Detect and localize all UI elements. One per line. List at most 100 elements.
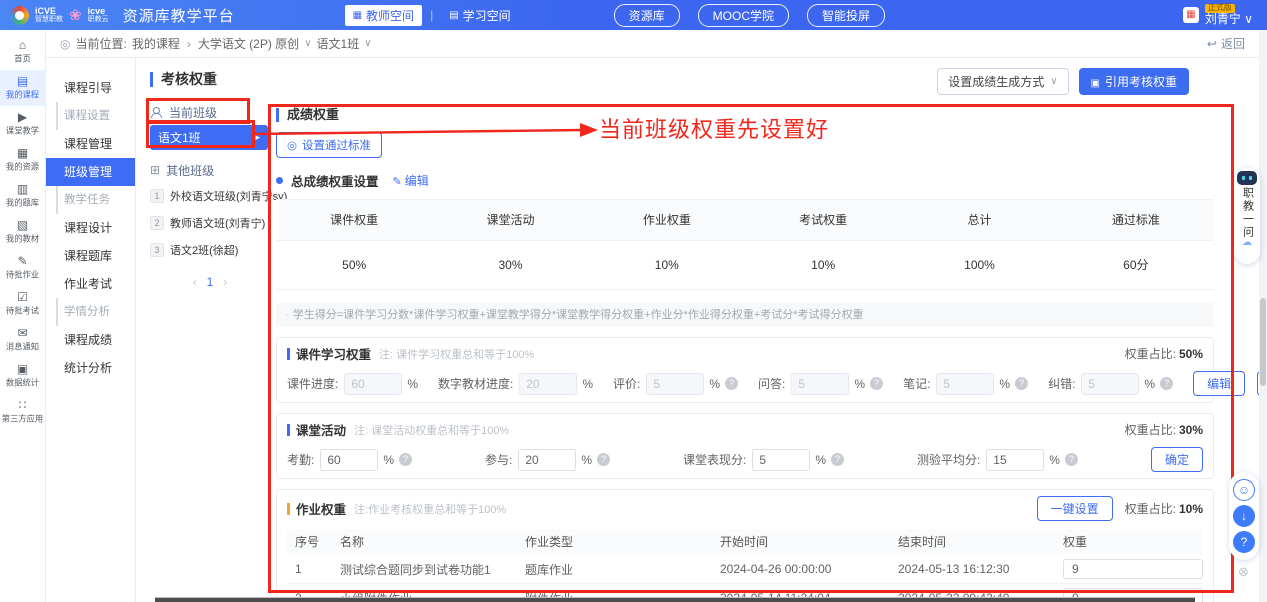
sidebar-item[interactable]: 班级管理 [46,158,135,186]
download-button[interactable]: ↓ [1233,505,1255,527]
class-item[interactable]: 2教师语文班(刘青宁) [150,209,270,236]
left-icon-rail: ⌂首页▤我的课程▶课堂教学▦我的资源▥我的题库▧我的教材✎待批作业☑待批考试✉消… [0,30,46,602]
ai-assistant-widget[interactable]: 职教一问 ☁ [1234,168,1260,264]
top-nav-item[interactable]: ▦教师空间 [345,5,422,26]
weight-field-input[interactable] [752,449,810,471]
weight-field-input[interactable] [986,449,1044,471]
help-icon[interactable]: ? [399,453,412,466]
quote-assessment-weight-label: 引用考核权重 [1105,73,1177,90]
weight-field-input[interactable] [519,373,577,395]
weight-field-input[interactable] [518,449,576,471]
courseware-ratio: 权重占比:50% [1125,345,1203,362]
other-classes-header: 其他班级 [150,158,270,182]
weight-field-input[interactable] [936,373,994,395]
one-click-setup-button[interactable]: 一键设置 [1037,496,1113,521]
weight-field-input[interactable] [646,373,704,395]
summary-value-row: 50%30%10%10%100%60分 [276,241,1214,289]
rail-item[interactable]: ▤我的课程 [0,70,45,106]
rail-item[interactable]: ✉消息通知 [0,322,45,358]
rail-item[interactable]: ▦我的资源 [0,142,45,178]
help-icon[interactable]: ? [831,453,844,466]
rail-item[interactable]: ∷第三方应用 [0,394,45,430]
home-icon: ⌂ [0,38,45,52]
rail-item[interactable]: ✎待批作业 [0,250,45,286]
bullet-icon [276,177,283,184]
rail-item[interactable]: ▧我的教材 [0,214,45,250]
weight-field-label: 参与: [485,451,512,468]
help-button[interactable]: ? [1233,531,1255,553]
weight-field-input[interactable] [320,449,378,471]
grade-weight-title: 成绩权重 [276,108,1214,122]
pagination-page-1[interactable]: 1 [207,275,214,289]
ratio-value: 50% [1179,347,1203,361]
help-icon[interactable]: ? [870,377,883,390]
sidebar-section-label: 学情分析 [56,298,135,326]
courseware-fields: 课件进度:%数字教材进度:%评价:%?问答:%?笔记:%?纠错:%? 编辑 进度… [287,371,1203,396]
pagination-next-icon[interactable]: › [223,275,227,289]
sidebar-item[interactable]: 作业考试 [46,270,135,298]
pagination-prev-icon[interactable]: ‹ [193,275,197,289]
percent-suffix: % [407,377,418,391]
sidebar-item[interactable]: 统计分析 [46,354,135,382]
help-icon[interactable]: ? [597,453,610,466]
user-name[interactable]: 刘青宁 ∨ [1205,13,1253,26]
quote-assessment-weight-button[interactable]: 引用考核权重 [1079,68,1189,95]
collapse-toolbar-icon[interactable]: ⊗ [1238,564,1249,580]
summary-header-cell: 课件权重 [276,200,432,240]
class-item[interactable]: 3语文2班(徐超) [150,236,270,263]
summary-value-cell: 10% [589,241,745,289]
edit-total-weight-link[interactable]: 编辑 [393,172,429,189]
weight-field: 考勤:%? [287,449,412,471]
scrollbar-thumb[interactable] [1260,298,1266,386]
user-area[interactable]: ▦ 正式版 刘青宁 ∨ [1183,4,1267,26]
weight-field-input[interactable] [791,373,849,395]
breadcrumb-course[interactable]: 大学语文 (2P) 原创 [198,35,299,52]
sidebar-item[interactable]: 课程引导 [46,74,135,102]
top-pill-button[interactable]: 智能投屏 [807,4,885,27]
breadcrumb-class[interactable]: 语文1班 [317,35,360,52]
help-icon[interactable]: ? [1160,377,1173,390]
other-classes-label: 其他班级 [166,162,214,179]
current-class-item[interactable]: 语文1班 ▸ [150,125,268,150]
rail-item[interactable]: ▣数据统计 [0,358,45,394]
rail-item[interactable]: ☑待批考试 [0,286,45,322]
customer-service-button[interactable]: ☺ [1233,479,1255,501]
help-icon[interactable]: ? [1065,453,1078,466]
class-item-name: 外校语文班级(刘青宁sy) [170,188,287,204]
breadcrumb-my-courses[interactable]: 我的课程 [132,35,180,52]
app-shortcut-icon[interactable]: ▦ [1183,7,1199,23]
top-nav-item[interactable]: ▤学习空间 [441,5,518,26]
chevron-down-icon[interactable]: ∨ [364,38,371,49]
set-pass-standard-button[interactable]: 设置通过标准 [276,132,382,158]
help-icon[interactable]: ? [1015,377,1028,390]
help-icon[interactable]: ? [725,377,738,390]
main-content: 考核权重 设置成绩生成方式 ∨ 引用考核权重 当前班级 语文1班 ▸ 其他班级 … [136,58,1259,602]
top-pill-button[interactable]: 资源库 [614,4,680,27]
top-pill-button[interactable]: MOOC学院 [698,4,789,27]
back-button[interactable]: 返回 [1207,35,1245,52]
weight-field-input[interactable] [344,373,402,395]
breadcrumb-prefix: 当前位置: [75,35,126,52]
rail-item[interactable]: ⌂首页 [0,34,45,70]
edit-courseware-weight-button[interactable]: 编辑 [1193,371,1245,396]
sidebar-item[interactable]: 课程成绩 [46,326,135,354]
homework-section-header: 作业权重 注:作业考核权重总和等于100% 一键设置 权重占比:10% [287,496,1203,521]
class-item[interactable]: 1外校语文班级(刘青宁sy) [150,182,270,209]
rail-item[interactable]: ▶课堂教学 [0,106,45,142]
sidebar-item[interactable]: 课程设计 [46,214,135,242]
hw-weight-input[interactable] [1063,559,1203,579]
sidebar-item[interactable]: 课程题库 [46,242,135,270]
summary-header-cell: 通过标准 [1058,200,1214,240]
chevron-down-icon[interactable]: ∨ [304,38,311,49]
confirm-activity-weight-button[interactable]: 确定 [1151,447,1203,472]
robot-icon [1237,171,1257,185]
weight-field-input[interactable] [1081,373,1139,395]
homework-header-cell: 序号 [287,529,332,555]
sidebar-item[interactable]: 课程管理 [46,130,135,158]
page-actions: 设置成绩生成方式 ∨ 引用考核权重 [937,68,1189,95]
weight-field: 笔记:%? [903,373,1028,395]
grade-generation-mode-button[interactable]: 设置成绩生成方式 ∨ [937,68,1068,95]
logo2-line1: icve [88,7,106,16]
my-resources-icon: ▦ [0,146,45,160]
rail-item[interactable]: ▥我的题库 [0,178,45,214]
